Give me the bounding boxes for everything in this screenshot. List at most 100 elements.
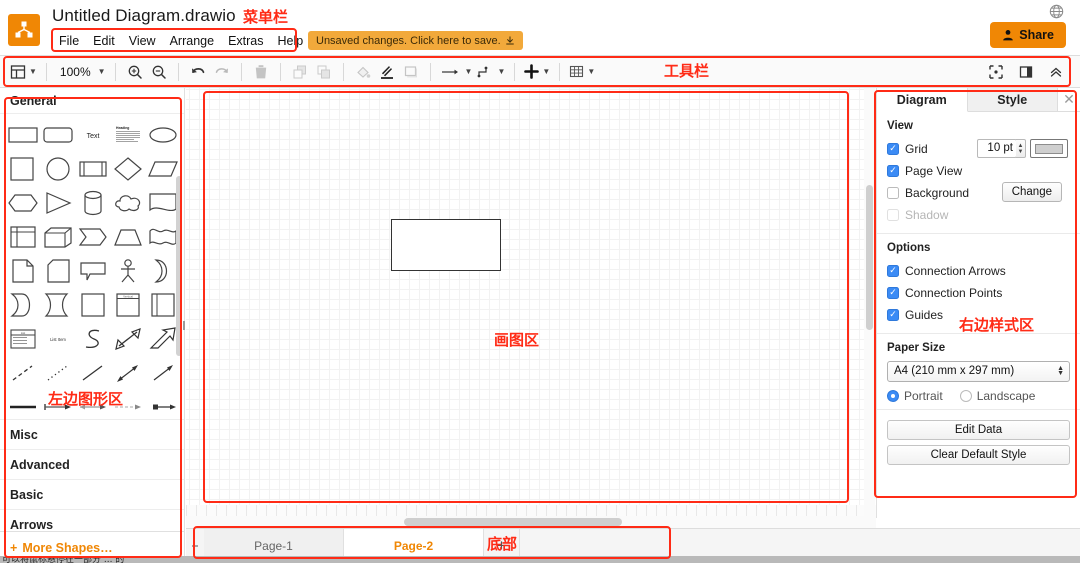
shape-vertical-container[interactable]: Vertical (111, 290, 144, 320)
shape-triangle[interactable] (41, 188, 74, 218)
shape-list[interactable]: List (6, 324, 39, 354)
shape-arrow-line-4[interactable] (146, 392, 179, 419)
grid-size-input[interactable]: 10 pt (977, 139, 1017, 158)
connection-arrows-checkbox[interactable] (887, 264, 899, 277)
shape-section-misc[interactable]: Misc (0, 420, 184, 450)
paper-size-select[interactable]: A4 (210 mm x 297 mm) ▲ ▼ (887, 361, 1070, 382)
menu-file[interactable]: File (52, 32, 86, 51)
shape-dashed-line[interactable] (6, 358, 39, 388)
send-to-back-button[interactable] (312, 60, 336, 84)
shapes-section-general[interactable]: General (0, 88, 184, 114)
diagram-canvas[interactable] (186, 88, 874, 516)
shape-list-item[interactable]: List Item (41, 324, 74, 354)
collapse-toolbar-button[interactable] (1044, 60, 1068, 84)
shape-cube[interactable] (41, 222, 74, 252)
share-button[interactable]: Share (990, 22, 1066, 48)
canvas-vertical-scrollbar[interactable] (866, 185, 873, 330)
menu-view[interactable]: View (122, 32, 163, 51)
shape-rounded-rectangle[interactable] (41, 120, 74, 150)
shape-horizontal-container[interactable] (146, 290, 179, 320)
globe-icon[interactable] (1049, 4, 1064, 19)
zoom-in-button[interactable] (123, 60, 147, 84)
shape-container-square[interactable] (76, 290, 109, 320)
shape-hexagon[interactable] (6, 188, 39, 218)
shape-text[interactable]: Text (76, 120, 109, 150)
fill-color-button[interactable] (351, 60, 375, 84)
document-title[interactable]: Untitled Diagram.drawio (52, 6, 236, 26)
shape-rectangle[interactable] (6, 120, 39, 150)
shape-step[interactable] (76, 222, 109, 252)
tab-diagram[interactable]: Diagram (877, 88, 968, 112)
shape-internal-storage[interactable] (6, 222, 39, 252)
delete-button[interactable] (249, 60, 273, 84)
page-view-checkbox[interactable] (887, 164, 899, 177)
grid-checkbox[interactable] (887, 142, 899, 155)
shadow-checkbox[interactable] (887, 208, 899, 221)
shape-dotted-line[interactable] (41, 358, 74, 388)
insert-button[interactable]: ▼ (522, 60, 552, 84)
portrait-radio[interactable] (887, 390, 899, 402)
shape-parallelogram[interactable] (146, 154, 179, 184)
shape-data-storage[interactable] (41, 290, 74, 320)
shape-section-advanced[interactable]: Advanced (0, 450, 184, 480)
connection-style-button[interactable]: ▼ (474, 60, 507, 84)
clear-default-style-button[interactable]: Clear Default Style (887, 445, 1070, 465)
shape-or[interactable] (146, 256, 179, 286)
shape-cylinder[interactable] (76, 188, 109, 218)
menu-extras[interactable]: Extras (221, 32, 270, 51)
landscape-radio[interactable] (959, 390, 972, 402)
background-change-button[interactable]: Change (1001, 182, 1062, 202)
table-button[interactable]: ▼ (567, 60, 597, 84)
connection-points-checkbox[interactable] (887, 286, 899, 299)
shape-document[interactable] (146, 188, 179, 218)
canvas-horizontal-scrollbar[interactable] (404, 518, 622, 526)
shape-ellipse[interactable] (146, 120, 179, 150)
menu-help[interactable]: Help (271, 32, 311, 51)
redo-button[interactable] (210, 60, 234, 84)
shape-double-arrow[interactable] (111, 358, 144, 388)
shape-thick-line[interactable] (6, 392, 39, 419)
shape-card[interactable] (41, 256, 74, 286)
shape-diamond[interactable] (111, 154, 144, 184)
zoom-out-button[interactable] (147, 60, 171, 84)
annotation-label-format: 右边样式区 (959, 316, 1035, 334)
shape-bidirectional-arrow[interactable] (111, 324, 144, 354)
format-panel-toggle[interactable] (1014, 60, 1038, 84)
shape-and[interactable] (6, 290, 39, 320)
panel-splitter[interactable] (180, 318, 185, 332)
line-color-button[interactable] (375, 60, 399, 84)
background-checkbox[interactable] (887, 186, 899, 199)
shape-trapezoid[interactable] (111, 222, 144, 252)
menu-arrange[interactable]: Arrange (163, 32, 221, 51)
canvas-rectangle-shape[interactable] (391, 219, 501, 271)
zoom-level-button[interactable]: 100% ▼ (54, 60, 108, 84)
shape-single-arrow[interactable] (146, 358, 179, 388)
close-icon[interactable]: ✕ (1058, 88, 1080, 111)
waypoints-button[interactable]: ▼ (438, 60, 475, 84)
menu-edit[interactable]: Edit (86, 32, 122, 51)
shape-textbox-heading[interactable]: Heading (111, 120, 144, 150)
fullscreen-button[interactable] (984, 60, 1008, 84)
shape-circle[interactable] (41, 154, 74, 184)
bring-to-front-button[interactable] (288, 60, 312, 84)
shape-section-basic[interactable]: Basic (0, 480, 184, 510)
grid-color-swatch[interactable] (1030, 139, 1068, 158)
undo-button[interactable] (186, 60, 210, 84)
unsaved-changes-banner[interactable]: Unsaved changes. Click here to save. (308, 31, 523, 50)
shape-note[interactable] (6, 256, 39, 286)
shape-process[interactable] (76, 154, 109, 184)
shape-square[interactable] (6, 154, 39, 184)
shape-large-arrow[interactable] (146, 324, 179, 354)
shape-curve[interactable] (76, 324, 109, 354)
shape-callout[interactable] (76, 256, 109, 286)
grid-size-stepper[interactable]: ▲ ▼ (1016, 139, 1026, 158)
shape-plain-line[interactable] (76, 358, 109, 388)
tab-style[interactable]: Style (967, 88, 1058, 111)
edit-data-button[interactable]: Edit Data (887, 420, 1070, 440)
guides-checkbox[interactable] (887, 308, 899, 321)
shape-tape[interactable] (146, 222, 179, 252)
shape-cloud[interactable] (111, 188, 144, 218)
view-layers-button[interactable]: ▼ (8, 60, 39, 84)
shadow-button[interactable] (399, 60, 423, 84)
shape-actor[interactable] (111, 256, 144, 286)
